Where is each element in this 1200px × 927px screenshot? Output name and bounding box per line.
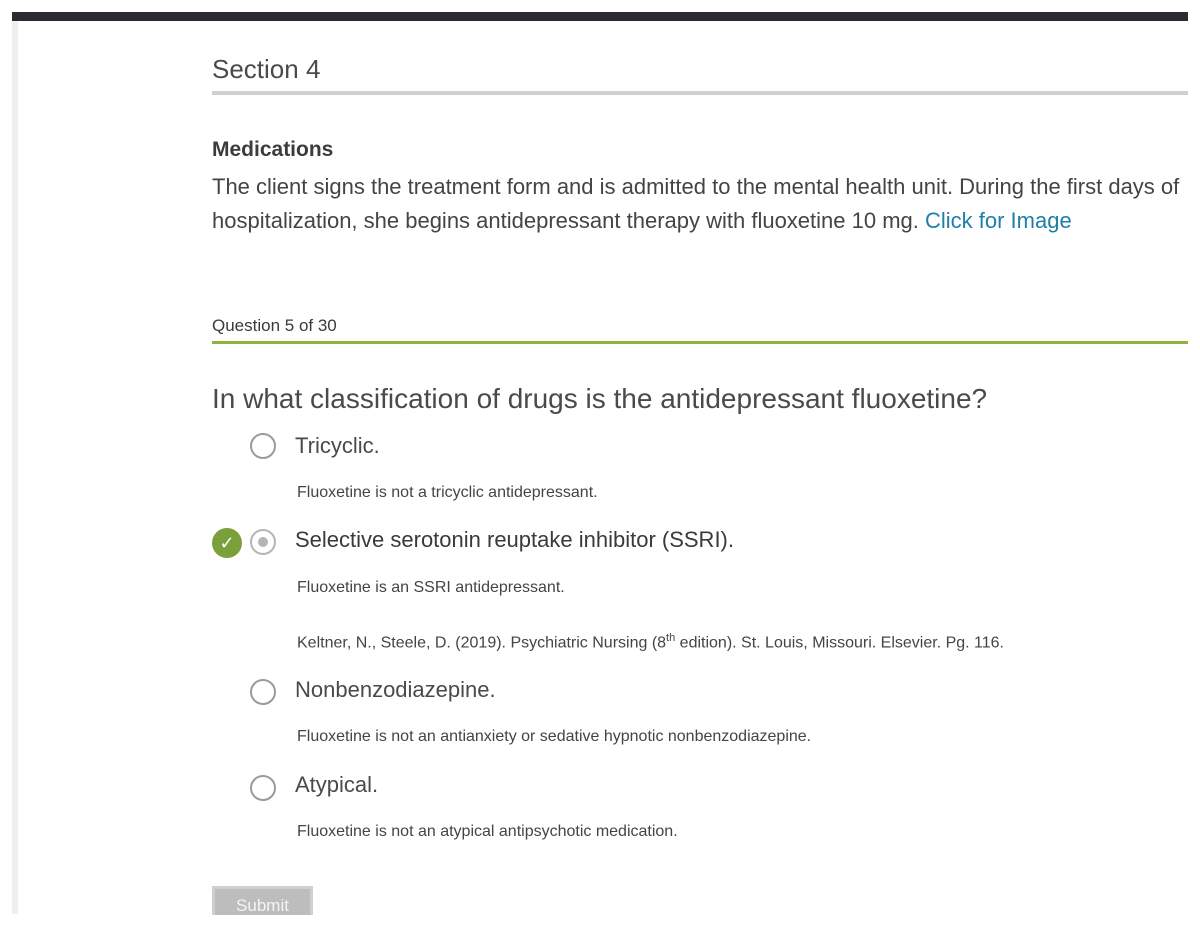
citation-superscript: th: [666, 632, 676, 644]
option-label-atypical[interactable]: Atypical.: [295, 772, 378, 798]
image-link[interactable]: Click for Image: [925, 208, 1072, 233]
question-counter: Question 5 of 30: [212, 316, 337, 335]
question-text: In what classification of drugs is the a…: [212, 383, 988, 414]
left-border: [12, 21, 18, 914]
radio-tricyclic[interactable]: [250, 433, 276, 459]
submit-button[interactable]: Submit: [212, 886, 313, 915]
checkmark-icon: ✓: [212, 528, 242, 558]
radio-ssri[interactable]: [250, 529, 276, 555]
section-title: Section 4: [212, 54, 321, 84]
option-label-nonbenzodiazepine[interactable]: Nonbenzodiazepine.: [295, 677, 496, 703]
question-divider: [212, 341, 1188, 344]
scenario-text: The client signs the treatment form and …: [212, 170, 1188, 238]
option-label-tricyclic[interactable]: Tricyclic.: [295, 433, 380, 459]
reference-citation: Keltner, N., Steele, D. (2019). Psychiat…: [297, 632, 1004, 652]
rationale-atypical: Fluoxetine is not an atypical antipsycho…: [297, 823, 678, 840]
radio-nonbenzodiazepine[interactable]: [250, 679, 276, 705]
rationale-ssri: Fluoxetine is an SSRI antidepressant.: [297, 579, 565, 596]
citation-part-1: Keltner, N., Steele, D. (2019). Psychiat…: [297, 634, 667, 652]
section-divider: [212, 91, 1188, 95]
scenario-title: Medications: [212, 138, 334, 161]
option-label-ssri[interactable]: Selective serotonin reuptake inhibitor (…: [295, 527, 734, 553]
radio-atypical[interactable]: [250, 775, 276, 801]
question-panel: Section 4 Medications The client signs t…: [212, 0, 1188, 915]
rationale-tricyclic: Fluoxetine is not a tricyclic antidepres…: [297, 484, 598, 501]
rationale-nonbenzodiazepine: Fluoxetine is not an antianxiety or seda…: [297, 728, 812, 745]
citation-part-2: edition). St. Louis, Missouri. Elsevier.…: [675, 634, 1004, 652]
